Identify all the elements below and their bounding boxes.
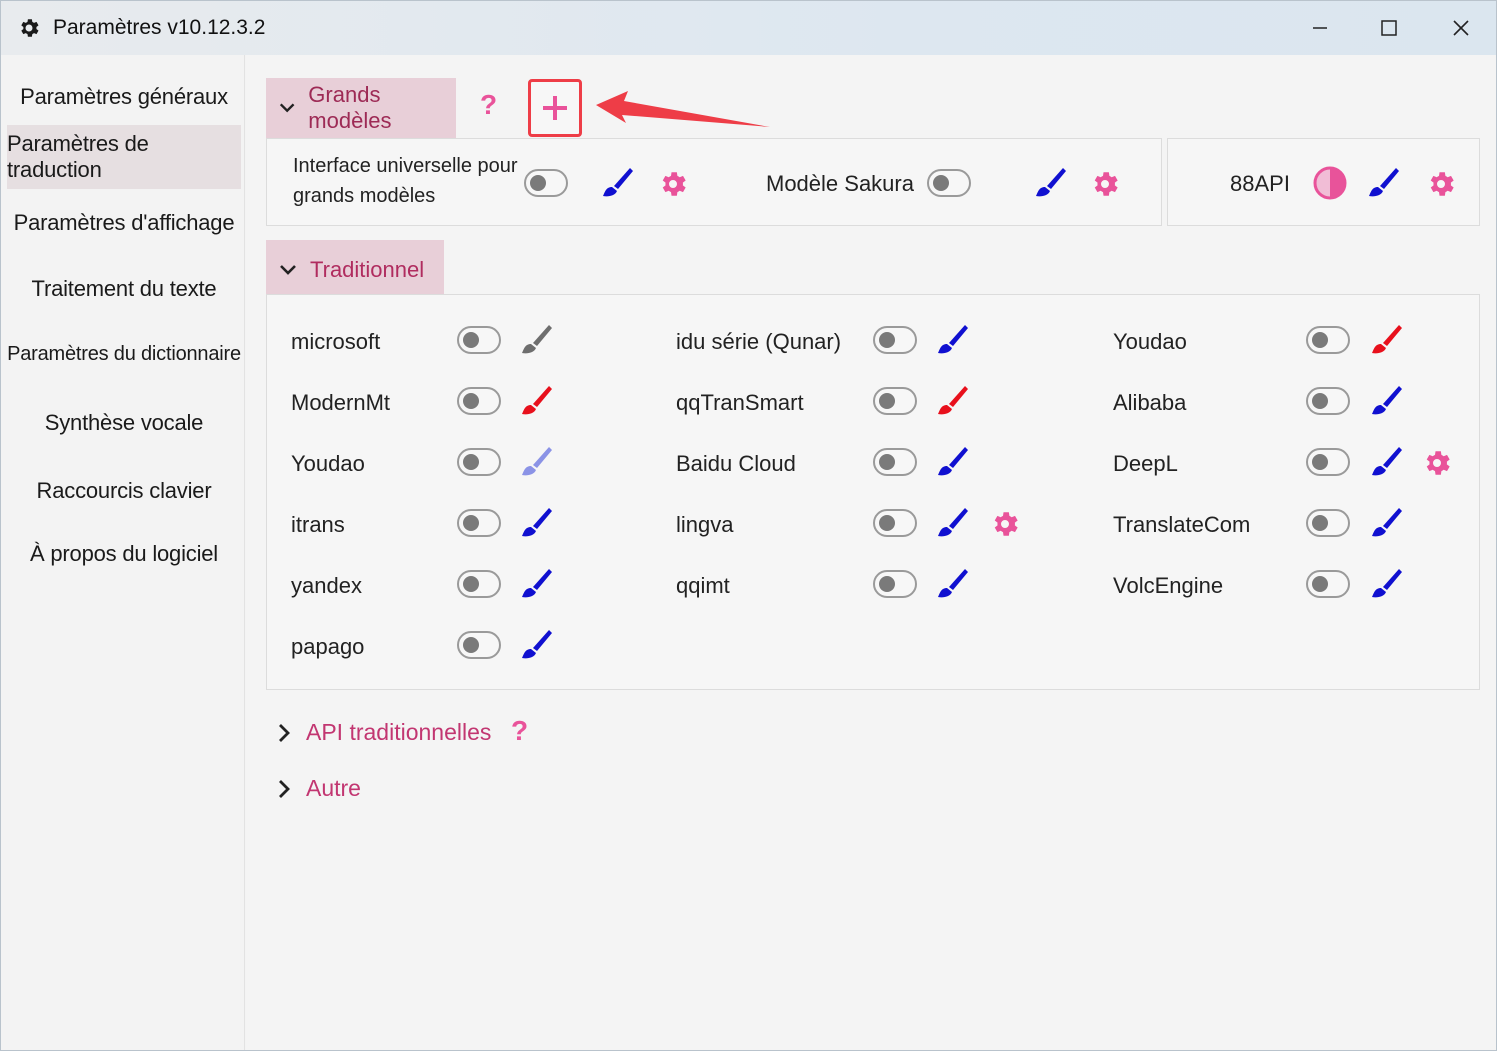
sidebar-item-shortcuts[interactable]: Raccourcis clavier [7,459,241,523]
engine-label: VolcEngine [1113,573,1224,598]
engine-toggle[interactable] [1306,448,1350,476]
main-content: Grands modèles ? Interface universelle p… [246,55,1496,1050]
traditional-group-header[interactable]: Traditionnel [266,240,444,300]
engine-label: yandex [291,573,362,598]
sidebar-item-about[interactable]: À propos du logiciel [7,522,241,586]
annotation-arrow-icon [596,91,770,127]
brush-icon[interactable] [1366,165,1402,201]
engine-label: TranslateCom [1113,512,1251,537]
engine-toggle[interactable] [457,326,501,354]
brush-icon[interactable] [935,505,971,541]
engine-label: ModernMt [291,390,391,415]
engine-label: papago [291,634,365,659]
settings-gear-icon[interactable] [1087,166,1123,202]
llm-group-header[interactable]: Grands modèles [266,78,456,138]
engine-toggle[interactable] [457,509,501,537]
engine-label: Alibaba [1113,390,1187,415]
engine-toggle[interactable] [873,509,917,537]
brush-icon[interactable] [519,566,555,602]
sidebar-item-tts[interactable]: Synthèse vocale [7,391,241,455]
sidebar-item-dictionary[interactable]: Paramètres du dictionnaire [7,322,241,386]
chevron-down-icon [280,265,296,275]
brush-icon[interactable] [600,165,636,201]
item-label: Modèle Sakura [766,171,914,196]
traditional-api-group-header[interactable]: API traditionnelles [276,719,491,746]
brush-icon[interactable] [935,383,971,419]
engine-toggle[interactable] [873,387,917,415]
engine-toggle[interactable] [1306,326,1350,354]
settings-window: Paramètres v10.12.3.2 Paramètres générau… [0,0,1497,1051]
engine-label: microsoft [291,329,381,354]
llm-panel-88api: 88API [1167,138,1480,226]
toggle-sakura[interactable] [927,169,971,197]
sidebar-item-text-processing[interactable]: Traitement du texte [7,257,241,321]
engine-label: qqimt [676,573,730,598]
gear-icon [15,14,43,42]
help-icon[interactable]: ? [480,89,497,121]
add-llm-button[interactable] [528,79,582,137]
half-circle-toggle-icon[interactable] [1312,165,1348,201]
help-icon[interactable]: ? [511,715,528,747]
engine-toggle[interactable] [873,326,917,354]
engine-toggle[interactable] [873,570,917,598]
window-title: Paramètres v10.12.3.2 [53,16,266,39]
sidebar: Paramètres généraux Paramètres de traduc… [1,55,245,1050]
brush-icon[interactable] [519,322,555,358]
brush-icon[interactable] [519,383,555,419]
brush-icon[interactable] [1369,322,1405,358]
chevron-right-icon [279,723,290,742]
brush-icon[interactable] [1369,444,1405,480]
brush-icon[interactable] [519,444,555,480]
settings-gear-icon[interactable] [1423,166,1459,202]
brush-icon[interactable] [1369,383,1405,419]
engine-label: Youdao [1113,329,1187,354]
settings-gear-icon[interactable] [655,166,691,202]
other-group-header[interactable]: Autre [276,775,361,802]
engine-toggle[interactable] [457,570,501,598]
item-label: Interface universelle pour [293,155,518,177]
plus-icon [543,96,567,120]
item-label: grands modèles [293,185,436,207]
brush-icon[interactable] [935,566,971,602]
engine-toggle[interactable] [1306,509,1350,537]
sidebar-item-display[interactable]: Paramètres d'affichage [7,191,241,255]
maximize-button[interactable] [1354,1,1424,55]
brush-icon[interactable] [1369,505,1405,541]
minimize-button[interactable] [1285,1,1355,55]
brush-icon[interactable] [519,505,555,541]
traditional-panel: microsoft idu série (Qunar) Youdao ModernMt… [266,294,1480,690]
brush-icon[interactable] [935,444,971,480]
engine-label: lingva [676,512,734,537]
engine-label: qqTranSmart [676,390,804,415]
toggle-universal-llm[interactable] [524,169,568,197]
brush-icon[interactable] [519,627,555,663]
sidebar-item-general[interactable]: Paramètres généraux [7,65,241,129]
engine-label: Youdao [291,451,365,476]
engine-toggle[interactable] [873,448,917,476]
engine-toggle[interactable] [1306,387,1350,415]
close-button[interactable] [1426,1,1496,55]
chevron-right-icon [279,779,290,798]
engine-toggle[interactable] [1306,570,1350,598]
llm-panel: Interface universelle pour grands modèle… [266,138,1162,226]
engine-label: itrans [291,512,345,537]
brush-icon[interactable] [1033,165,1069,201]
title-bar: Paramètres v10.12.3.2 [1,1,1496,55]
settings-gear-icon[interactable] [1419,445,1455,481]
brush-icon[interactable] [1369,566,1405,602]
sidebar-item-translation[interactable]: Paramètres de traduction [7,125,241,189]
engine-toggle[interactable] [457,387,501,415]
engine-label: idu série (Qunar) [676,329,842,354]
settings-gear-icon[interactable] [987,506,1023,542]
engine-label: Baidu Cloud [676,451,796,476]
brush-icon[interactable] [935,322,971,358]
engine-toggle[interactable] [457,631,501,659]
engine-label: DeepL [1113,451,1178,476]
chevron-down-icon [279,103,295,113]
item-label: 88API [1230,171,1290,196]
engine-toggle[interactable] [457,448,501,476]
